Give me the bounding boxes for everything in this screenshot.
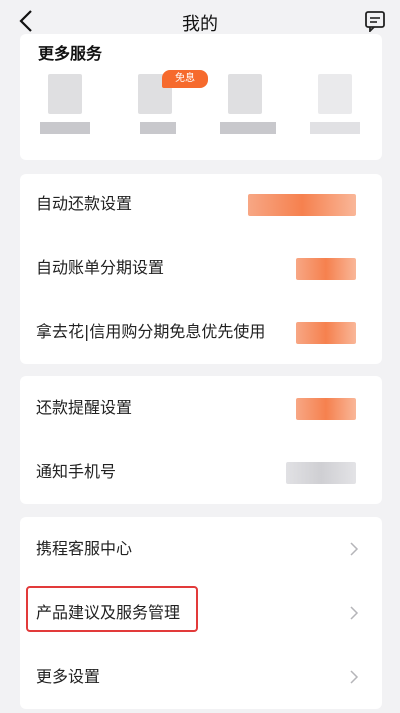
row-label: 更多设置 [36,667,101,686]
support-card: 携程客服中心 产品建议及服务管理 更多设置 [20,517,382,709]
row-value [296,258,356,280]
service-label [310,122,360,134]
service-item[interactable] [210,74,280,164]
more-settings-row[interactable]: 更多设置 [36,657,366,697]
row-label: 还款提醒设置 [36,398,133,417]
customer-service-row[interactable]: 携程客服中心 [36,529,366,569]
message-icon[interactable] [364,10,386,32]
auto-installment-row[interactable]: 自动账单分期设置 [36,248,366,288]
service-label [220,122,276,134]
service-label [40,122,90,134]
service-item[interactable] [30,74,100,164]
notify-phone-row[interactable]: 通知手机号 [36,452,366,492]
service-icon [228,74,262,114]
service-label [140,122,176,134]
notification-card: 还款提醒设置 通知手机号 [20,376,382,504]
row-label: 通知手机号 [36,462,117,481]
promo-badge: 免息 [162,70,208,88]
more-services-card: 更多服务 免息 [20,34,382,160]
row-label: 携程客服中心 [36,539,133,558]
chevron-right-icon [350,670,359,684]
repayment-settings-card: 自动还款设置 自动账单分期设置 拿去花|信用购分期免息优先使用 [20,174,382,364]
credit-priority-row[interactable]: 拿去花|信用购分期免息优先使用 [36,312,366,352]
row-label: 拿去花|信用购分期免息优先使用 [36,322,266,341]
chevron-right-icon [350,606,359,620]
page-title: 我的 [182,14,218,35]
row-label: 自动还款设置 [36,194,133,213]
chevron-right-icon [350,542,359,556]
repay-reminder-row[interactable]: 还款提醒设置 [36,388,366,428]
row-value [248,194,356,216]
highlight-box [26,586,198,632]
row-value [286,462,356,484]
section-title: 更多服务 [38,44,103,63]
service-icon [48,74,82,114]
service-item[interactable] [300,74,370,164]
row-label: 自动账单分期设置 [36,258,165,277]
auto-repay-row[interactable]: 自动还款设置 [36,184,366,224]
service-icon [318,74,352,114]
row-value [296,398,356,420]
row-value [296,322,356,344]
